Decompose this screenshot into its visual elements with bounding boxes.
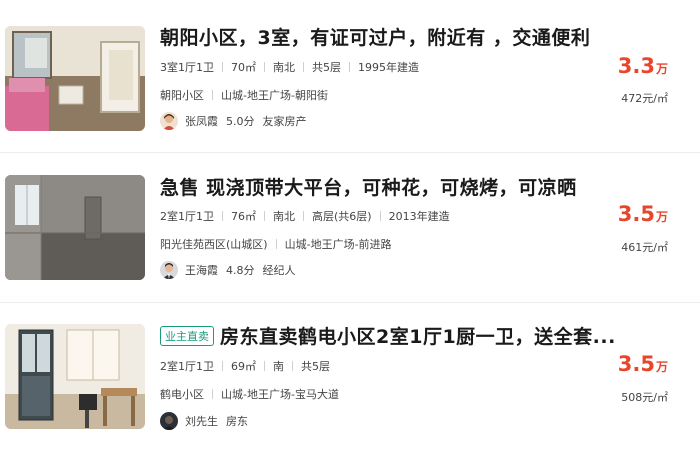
district-text: 山城-地王广场-宝马大道 — [221, 388, 339, 401]
agency-name: 经纪人 — [262, 264, 296, 277]
agent-info[interactable]: 刘先生 房东 — [160, 411, 248, 431]
listing-photo[interactable] — [5, 26, 145, 131]
layout-text: 2室1厅1卫 — [160, 360, 214, 373]
year-text: 1995年建造 — [358, 61, 419, 74]
orientation-text: 南北 — [273, 210, 295, 223]
orientation-text: 南北 — [273, 61, 295, 74]
total-price: 3.5万 — [617, 202, 668, 226]
district-text: 山城-地王广场-前进路 — [284, 238, 392, 251]
community-name[interactable]: 鹤电小区 — [160, 388, 204, 401]
floor-text: 共5层 — [312, 61, 341, 74]
listing-title[interactable]: 急售 现浇顶带大平台，可种花，可烧烤，可凉晒 — [160, 173, 577, 200]
listing-photo[interactable] — [5, 175, 145, 280]
floor-text: 共5层 — [301, 360, 330, 373]
listing-attributes: 3室1厅1卫 70㎡ 南北 共5层 1995年建造 — [160, 59, 419, 75]
listing-card[interactable]: 业主直卖 房东直卖鹤电小区2室1厅1厨一卫，送全套... 2室1厅1卫 69㎡ 南 共5… — [0, 300, 700, 450]
listing-location: 朝阳小区 山城-地王广场-朝阳街 — [160, 87, 328, 103]
listing-title[interactable]: 业主直卖 房东直卖鹤电小区2室1厅1厨一卫，送全套... — [160, 322, 616, 349]
avatar — [160, 261, 178, 279]
listing-location: 鹤电小区 山城-地王广场-宝马大道 — [160, 386, 339, 402]
listing-location: 阳光佳苑西区(山城区) 山城-地王广场-前进路 — [160, 236, 392, 252]
area-text: 70㎡ — [231, 61, 256, 74]
district-text: 山城-地王广场-朝阳街 — [221, 89, 328, 102]
agent-name: 刘先生 — [185, 415, 218, 428]
listing-title[interactable]: 朝阳小区，3室，有证可过户，附近有 ，交通便利 — [160, 23, 590, 50]
agent-name: 张凤霞 — [185, 115, 218, 128]
listing-attributes: 2室1厅1卫 76㎡ 南北 高层(共6层) 2013年建造 — [160, 208, 450, 224]
unit-price: 508元/㎡ — [621, 391, 668, 404]
agency-name: 友家房产 — [262, 115, 307, 128]
year-text: 2013年建造 — [388, 210, 450, 223]
layout-text: 3室1厅1卫 — [160, 61, 214, 74]
listing-list: 朝阳小区，3室，有证可过户，附近有 ，交通便利 3室1厅1卫 70㎡ 南北 共5层 19… — [0, 0, 700, 434]
community-name[interactable]: 朝阳小区 — [160, 89, 204, 102]
owner-direct-tag: 业主直卖 — [160, 326, 214, 346]
community-name[interactable]: 阳光佳苑西区(山城区) — [160, 238, 268, 251]
total-price: 3.3万 — [617, 54, 668, 78]
listing-card[interactable]: 急售 现浇顶带大平台，可种花，可烧烤，可凉晒 2室1厅1卫 76㎡ 南北 高层(共6层… — [0, 150, 700, 300]
floor-text: 高层(共6层) — [312, 210, 372, 223]
orientation-text: 南 — [273, 360, 284, 373]
listing-card[interactable]: 朝阳小区，3室，有证可过户，附近有 ，交通便利 3室1厅1卫 70㎡ 南北 共5层 19… — [0, 0, 700, 150]
layout-text: 2室1厅1卫 — [160, 210, 214, 223]
avatar — [160, 112, 178, 130]
listing-photo[interactable] — [5, 324, 145, 429]
listing-attributes: 2室1厅1卫 69㎡ 南 共5层 — [160, 358, 330, 374]
unit-price: 472元/㎡ — [621, 92, 668, 105]
agent-info[interactable]: 王海霞 4.8分 经纪人 — [160, 260, 296, 280]
total-price: 3.5万 — [617, 352, 668, 376]
avatar — [160, 412, 178, 430]
agent-name: 王海霞 — [185, 264, 218, 277]
agency-name: 房东 — [226, 415, 248, 428]
area-text: 76㎡ — [231, 210, 256, 223]
unit-price: 461元/㎡ — [621, 241, 668, 254]
agent-score: 5.0分 — [226, 115, 255, 128]
agent-info[interactable]: 张凤霞 5.0分 友家房产 — [160, 111, 307, 131]
agent-score: 4.8分 — [226, 264, 255, 277]
area-text: 69㎡ — [231, 360, 256, 373]
